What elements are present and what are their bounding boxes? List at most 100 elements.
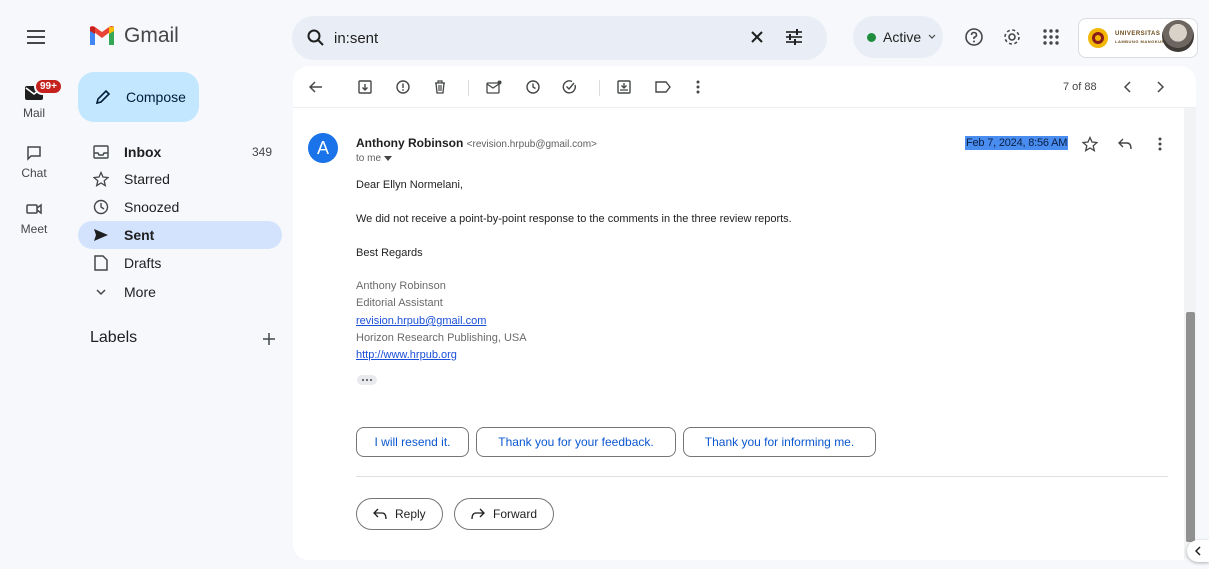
gmail-logo[interactable]: Gmail [88, 24, 179, 48]
add-to-tasks-button[interactable] [561, 78, 579, 96]
greeting: Dear Ellyn Normelani, [356, 179, 463, 191]
message-toolbar: 7 of 88 [293, 66, 1196, 108]
nav-item-starred[interactable]: Starred [78, 165, 282, 193]
chevron-down-icon [928, 34, 936, 39]
reply-button[interactable] [1116, 135, 1134, 153]
nav-item-inbox[interactable]: Inbox 349 [78, 138, 282, 166]
move-to-button[interactable] [615, 78, 633, 96]
apps-button[interactable] [1040, 26, 1062, 48]
apps-grid-icon [1043, 29, 1059, 45]
chevron-left-icon [1195, 546, 1201, 556]
divider [356, 476, 1168, 477]
gmail-m-icon [90, 26, 114, 45]
reply-label: Reply [395, 507, 426, 521]
report-spam-button[interactable] [394, 78, 412, 96]
search-input[interactable] [334, 26, 734, 50]
mail-unread-icon [486, 80, 502, 94]
rail-meet-label: Meet [20, 222, 48, 236]
nav-item-more[interactable]: More [78, 278, 282, 306]
support-button[interactable] [963, 26, 985, 48]
rail-chat[interactable]: Chat [0, 142, 68, 180]
message-panel: 7 of 88 A Anthony Robinson <revision.hrp… [293, 66, 1196, 560]
smart-reply-3[interactable]: Thank you for informing me. [683, 427, 876, 457]
close-icon[interactable] [748, 28, 766, 46]
help-icon [965, 28, 983, 46]
rail-mail-label: Mail [22, 106, 45, 120]
sender-name[interactable]: Anthony Robinson [356, 136, 463, 150]
compose-button[interactable]: Compose [78, 72, 199, 122]
mark-unread-button[interactable] [485, 78, 503, 96]
university-logo-icon [1088, 28, 1108, 48]
avatar[interactable] [1162, 20, 1194, 52]
older-button[interactable] [1151, 78, 1169, 96]
nav-item-sent[interactable]: Sent [78, 221, 282, 249]
active-status-icon [867, 32, 876, 42]
inbox-count: 349 [251, 145, 272, 159]
reply-action-button[interactable]: Reply [356, 498, 443, 530]
labels-button[interactable] [654, 78, 672, 96]
star-button[interactable] [1081, 135, 1099, 153]
trash-icon [435, 80, 445, 94]
more-vert-icon [1158, 137, 1162, 151]
star-icon [1082, 136, 1098, 152]
search-icon[interactable] [306, 28, 326, 48]
sender-avatar[interactable]: A [308, 133, 338, 163]
message-date: Feb 7, 2024, 8:56 AM [965, 136, 1069, 150]
reply-icon [373, 508, 387, 520]
signature-title: Editorial Assistant [356, 297, 443, 309]
snooze-button[interactable] [524, 78, 542, 96]
recipient-details[interactable]: to me [356, 153, 393, 164]
move-icon [617, 80, 631, 94]
archive-icon [358, 80, 372, 94]
rail-mail[interactable]: 99+ Mail [0, 78, 68, 120]
reply-icon [1118, 138, 1132, 150]
side-panel-toggle[interactable] [1187, 540, 1209, 562]
nav-label: Starred [124, 171, 170, 187]
nav-label: Sent [124, 227, 155, 243]
smart-reply-1[interactable]: I will resend it. [356, 427, 469, 457]
back-button[interactable] [307, 78, 325, 96]
video-icon [26, 203, 42, 215]
top-bar: Gmail Active UNIVERSITAS LAMBUNG MANGKUR… [0, 0, 1209, 72]
forward-label: Forward [493, 507, 538, 521]
more-options-button[interactable] [689, 78, 707, 96]
sender-email: <revision.hrpub@gmail.com> [466, 139, 597, 150]
star-icon [92, 170, 110, 188]
status-button[interactable]: Active [853, 16, 943, 58]
archive-button[interactable] [356, 78, 374, 96]
caret-down-icon [384, 156, 393, 161]
add-label-icon[interactable] [262, 332, 276, 346]
chat-icon [27, 146, 41, 161]
labels-heading: Labels [90, 329, 138, 346]
nav-label: More [124, 284, 156, 300]
draft-icon [92, 254, 110, 272]
clock-icon [92, 198, 110, 216]
compose-label: Compose [126, 89, 186, 105]
smart-reply-2[interactable]: Thank you for your feedback. [476, 427, 676, 457]
chevron-down-icon [92, 283, 110, 301]
nav-label: Drafts [124, 255, 162, 271]
scrollbar-thumb[interactable] [1186, 312, 1195, 542]
settings-button[interactable] [1001, 26, 1023, 48]
nav-item-snoozed[interactable]: Snoozed [78, 193, 282, 221]
search-bar[interactable] [292, 16, 827, 60]
search-options-icon[interactable] [784, 28, 804, 46]
nav-item-drafts[interactable]: Drafts [78, 249, 282, 277]
task-add-icon [562, 80, 576, 94]
message-more-button[interactable] [1151, 135, 1169, 153]
toolbar-divider [599, 80, 600, 96]
show-trimmed-content-button[interactable] [357, 375, 377, 385]
inbox-icon [92, 143, 110, 161]
gear-icon [1004, 29, 1020, 45]
main-menu-button[interactable] [24, 25, 48, 49]
arrow-left-icon [309, 81, 322, 93]
signature-email-link[interactable]: revision.hrpub@gmail.com [356, 315, 486, 327]
rail-meet[interactable]: Meet [0, 198, 68, 236]
newer-button[interactable] [1119, 78, 1137, 96]
delete-button[interactable] [431, 78, 449, 96]
signature-website-link[interactable]: http://www.hrpub.org [356, 349, 457, 361]
sender-line: Anthony Robinson <revision.hrpub@gmail.c… [356, 136, 597, 150]
forward-action-button[interactable]: Forward [454, 498, 555, 530]
report-icon [396, 80, 410, 94]
toolbar-divider [468, 80, 469, 96]
